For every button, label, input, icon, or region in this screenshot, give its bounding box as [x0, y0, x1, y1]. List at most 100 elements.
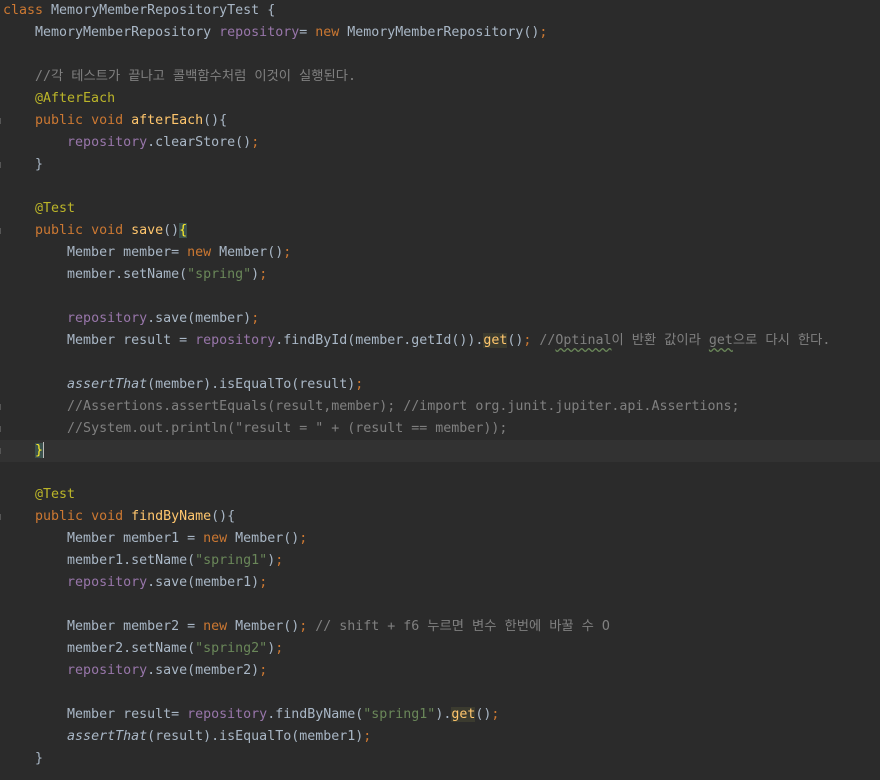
code-token: (result).isEqualTo(member1) — [147, 729, 364, 744]
code-token: () — [475, 707, 492, 722]
code-line[interactable] — [0, 44, 880, 66]
code-line[interactable]: repository.save(member1); — [0, 572, 880, 594]
code-token: assertThat — [67, 729, 148, 744]
code-line[interactable]: Member member2 = new Member(); // shift … — [0, 616, 880, 638]
code-token: = — [299, 25, 316, 40]
code-line[interactable] — [0, 462, 880, 484]
code-token: repository — [67, 575, 148, 590]
fold-marker-icon[interactable] — [0, 426, 1, 432]
code-line[interactable]: assertThat(member).isEqualTo(result); — [0, 374, 880, 396]
code-token: "spring1" — [363, 707, 436, 722]
code-editor[interactable]: class MemoryMemberRepositoryTest { Memor… — [0, 0, 880, 780]
code-token: @AfterEach — [3, 91, 116, 106]
code-line[interactable]: Member result = repository.findById(memb… — [0, 330, 880, 352]
code-line[interactable]: repository.save(member2); — [0, 660, 880, 682]
fold-marker-icon[interactable] — [0, 228, 1, 234]
code-token: MemoryMemberRepository() — [347, 25, 540, 40]
code-token: findByName — [131, 509, 212, 524]
code-line[interactable] — [0, 682, 880, 704]
code-token: ; — [275, 553, 284, 568]
code-line[interactable]: assertThat(result).isEqualTo(member1); — [0, 726, 880, 748]
code-token: "spring2" — [195, 641, 268, 656]
code-token: Member() — [235, 619, 300, 634]
code-line[interactable]: public void save(){ — [0, 220, 880, 242]
code-token: member2.setName( — [3, 641, 196, 656]
code-token: repository — [187, 707, 268, 722]
code-line[interactable]: MemoryMemberRepository repository= new M… — [0, 22, 880, 44]
code-token: ; — [523, 333, 540, 348]
code-token: 으로 다시 한다. — [732, 333, 831, 348]
code-line[interactable]: repository.save(member); — [0, 308, 880, 330]
code-token: new — [203, 619, 236, 634]
code-token: public void — [35, 223, 132, 238]
code-token: MemoryMemberRepositoryTest { — [51, 3, 276, 18]
code-token: //Assertions.assertEquals(result,member)… — [67, 399, 740, 414]
code-token: Member result = — [3, 333, 196, 348]
code-token: .findById(member.getId()). — [275, 333, 484, 348]
code-line[interactable]: member2.setName("spring2"); — [0, 638, 880, 660]
code-line[interactable]: repository.clearStore(); — [0, 132, 880, 154]
code-token: ) — [251, 267, 260, 282]
code-line[interactable]: @Test — [0, 484, 880, 506]
code-token: new — [187, 245, 220, 260]
code-token: { — [179, 223, 188, 238]
code-line[interactable]: } — [0, 440, 880, 462]
code-line[interactable]: //System.out.println("result = " + (resu… — [0, 418, 880, 440]
code-token: ). — [435, 707, 452, 722]
code-line[interactable]: } — [0, 748, 880, 770]
fold-marker-icon[interactable] — [0, 404, 1, 410]
fold-marker-icon[interactable] — [0, 448, 1, 454]
code-token: afterEach — [131, 113, 204, 128]
code-line[interactable] — [0, 286, 880, 308]
code-token: (member).isEqualTo(result) — [147, 377, 356, 392]
code-token: "spring" — [187, 267, 252, 282]
text-caret — [43, 442, 45, 458]
code-token: @Test — [3, 201, 76, 216]
code-token: 이 반환 값이라 — [611, 333, 709, 348]
code-line[interactable]: } — [0, 154, 880, 176]
code-line[interactable]: member1.setName("spring1"); — [0, 550, 880, 572]
code-token: ; — [299, 619, 316, 634]
code-line[interactable]: public void findByName(){ — [0, 506, 880, 528]
code-token: member.setName( — [3, 267, 188, 282]
code-token: member1.setName( — [3, 553, 196, 568]
code-token: ; — [251, 311, 260, 326]
code-token: } — [35, 443, 44, 458]
code-line[interactable]: @Test — [0, 198, 880, 220]
code-token: } — [3, 751, 44, 766]
code-line[interactable]: public void afterEach(){ — [0, 110, 880, 132]
code-line[interactable] — [0, 176, 880, 198]
code-line[interactable]: Member result= repository.findByName("sp… — [0, 704, 880, 726]
code-token: .findByName( — [267, 707, 364, 722]
code-line[interactable]: class MemoryMemberRepositoryTest { — [0, 0, 880, 22]
code-line[interactable]: member.setName("spring"); — [0, 264, 880, 286]
code-token: (){ — [211, 509, 236, 524]
code-line[interactable]: //Assertions.assertEquals(result,member)… — [0, 396, 880, 418]
code-line[interactable]: Member member= new Member(); — [0, 242, 880, 264]
code-token: } — [3, 157, 44, 172]
fold-marker-icon[interactable] — [0, 118, 1, 124]
code-token: MemoryMemberRepository — [3, 25, 220, 40]
code-line[interactable]: @AfterEach — [0, 88, 880, 110]
code-token: ; — [299, 531, 308, 546]
code-token: class — [3, 3, 52, 18]
code-token: ; — [355, 377, 364, 392]
code-token: ; — [251, 135, 260, 150]
code-line[interactable]: //각 테스트가 끝나고 콜백함수처럼 이것이 실행된다. — [0, 66, 880, 88]
code-line[interactable] — [0, 352, 880, 374]
code-token: public void — [35, 113, 132, 128]
code-token: ; — [259, 575, 268, 590]
code-token: save — [131, 223, 164, 238]
fold-marker-icon[interactable] — [0, 514, 1, 520]
code-line[interactable] — [0, 594, 880, 616]
fold-marker-icon[interactable] — [0, 162, 1, 168]
code-token: // — [539, 333, 556, 348]
code-token: Member member2 = — [3, 619, 204, 634]
code-token: .clearStore() — [147, 135, 252, 150]
code-line[interactable]: Member member1 = new Member(); — [0, 528, 880, 550]
